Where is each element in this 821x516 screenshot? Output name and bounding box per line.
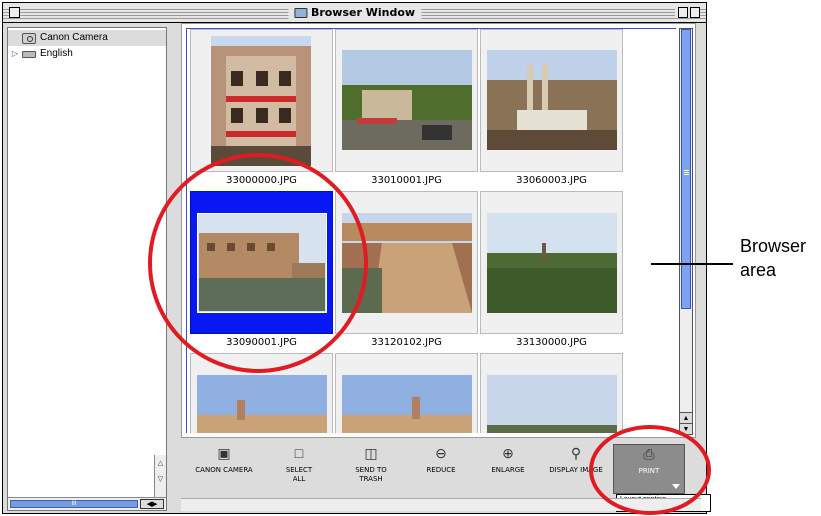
thumbnail-image [487,50,617,150]
send-to-trash-button[interactable]: ◫ SEND TO TRASH [336,444,406,494]
camera-icon [22,32,36,44]
thumbnail-filename: 33060003.JPG [516,175,587,186]
collapse-box-icon[interactable] [690,7,700,18]
enlarge-button[interactable]: ⊕ ENLARGE [473,444,543,494]
window-title: Browser Window [310,6,416,19]
tree-horizontal-scrollbar[interactable]: III ◀▶ [8,497,166,510]
thumbnail[interactable] [335,353,478,433]
select-all-button[interactable]: □ SELECT ALL [264,444,334,494]
tree-item-english[interactable]: ▷ English [8,46,166,62]
thumbnail-image [487,375,617,433]
thumbnail-filename: 33010001.JPG [371,175,442,186]
canon-camera-button[interactable]: ▣ CANON CAMERA [189,444,259,494]
tree-item-label: English [40,48,73,59]
window-title-group: Browser Window [287,5,422,21]
scroll-up-arrow-icon[interactable]: △ [155,459,166,469]
magnifier-icon: ⚲ [570,445,582,461]
close-box-icon[interactable] [9,7,20,18]
reduce-button[interactable]: ⊖ REDUCE [406,444,476,494]
tree-vertical-scrollbar[interactable]: △ ▽ [154,455,166,497]
trash-icon: ◫ [364,445,378,461]
camera-icon: ▣ [217,445,231,461]
callout-leader-line [651,263,733,265]
window-controls [675,7,700,18]
disclosure-triangle-icon[interactable]: ▷ [8,46,22,62]
thumbnail[interactable] [480,353,623,433]
thumbnail-image [211,36,311,166]
zoom-box-icon[interactable] [678,7,688,18]
thumbnail-image [487,213,617,313]
folder-icon [293,8,307,18]
thumbnail[interactable]: 33060003.JPG [480,29,623,191]
thumbnail-image [197,375,327,433]
highlight-ring-selected-thumbnail [148,153,368,373]
callout-label: Browser area [740,236,807,280]
scroll-down-arrow-icon[interactable]: ▽ [155,475,166,485]
vertical-scroll-thumb[interactable] [681,29,691,309]
tree-item-label: Canon Camera [40,32,108,43]
horizontal-scroll-arrows-icon[interactable]: ◀▶ [140,499,164,509]
scroll-up-arrow-icon[interactable]: ▲ [680,412,692,423]
thumbnail-image [342,375,472,433]
tree-item-canon-camera[interactable]: Canon Camera [8,30,166,46]
title-bar[interactable]: Browser Window [3,3,706,23]
select-all-icon: □ [294,445,304,461]
browser-vertical-scrollbar[interactable]: ▲ ▼ [679,28,693,435]
thumbnail-filename: 33130000.JPG [516,337,587,348]
highlight-ring-print-button [589,425,711,515]
thumbnail-filename: 33120102.JPG [371,337,442,348]
thumbnail[interactable]: 33130000.JPG [480,191,623,353]
thumbnail-image [342,50,472,150]
zoom-out-icon: ⊖ [435,445,447,461]
horizontal-scroll-thumb[interactable]: III [10,500,138,508]
thumbnail[interactable]: 33010001.JPG [335,29,478,191]
folder-tree[interactable]: Canon Camera ▷ English △ ▽ III ◀▶ [7,27,167,511]
disk-icon [22,50,36,58]
zoom-in-icon: ⊕ [502,445,514,461]
